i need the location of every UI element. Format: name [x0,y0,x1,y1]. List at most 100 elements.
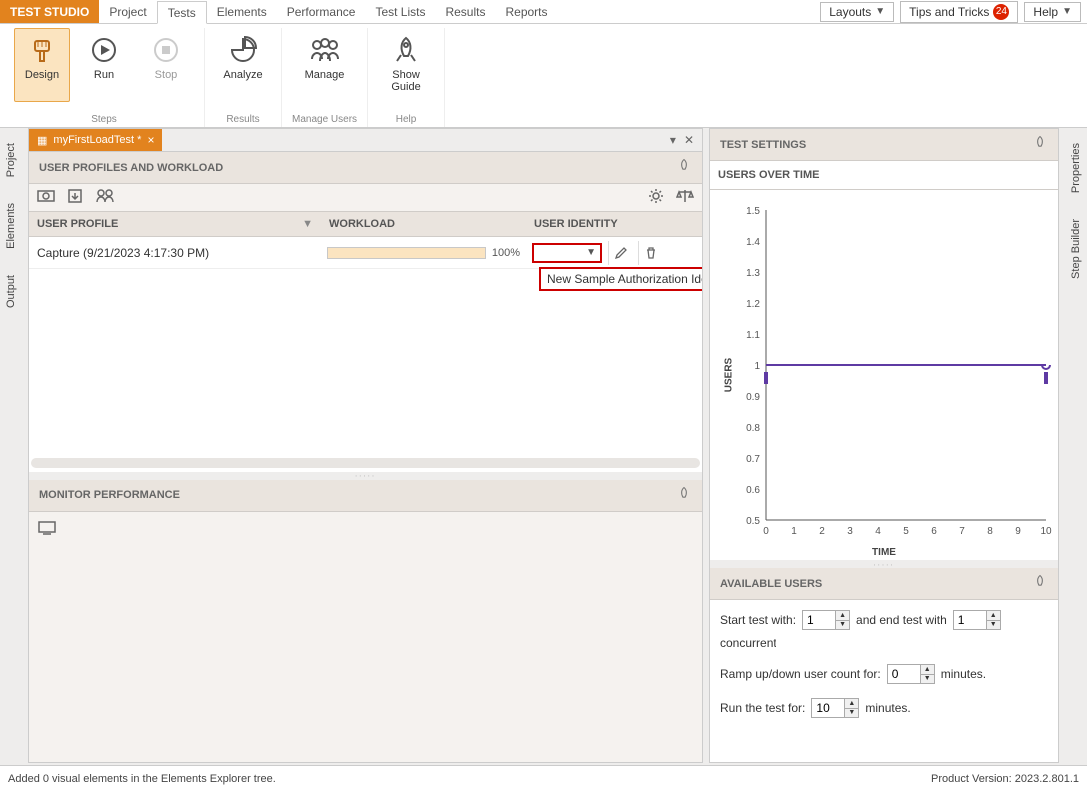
end-users-spinner[interactable]: ▲▼ [953,610,1001,630]
run-input[interactable] [812,699,844,717]
show-guide-button[interactable]: Show Guide [378,28,434,102]
grid-header: USER PROFILE ▼ WORKLOAD USER IDENTITY [29,212,702,237]
ribbon-group-help: Show Guide Help [368,28,445,127]
layouts-button[interactable]: Layouts ▼ [820,2,894,22]
run-row: Run the test for: ▲▼ minutes. [720,698,1048,718]
manage-label: Manage [305,69,345,81]
col-user-identity[interactable]: USER IDENTITY [526,212,702,236]
horizontal-splitter[interactable]: ∙∙∙∙∙ [29,472,702,480]
spin-up-icon[interactable]: ▲ [987,611,1000,621]
import-icon[interactable] [67,188,83,207]
spin-up-icon[interactable]: ▲ [836,611,849,621]
chevron-down-icon: ▼ [875,6,885,17]
identity-dropdown[interactable]: ▼ [532,243,602,263]
identity-dropdown-item[interactable]: New Sample Authorization Identity [539,267,702,291]
window-menu-icon[interactable]: ▾ [670,133,676,147]
svg-text:0.6: 0.6 [746,485,760,496]
menu-testlists[interactable]: Test Lists [365,0,435,23]
stop-button[interactable]: Stop [138,28,194,102]
menu-tests[interactable]: Tests [157,1,207,24]
end-users-input[interactable] [954,611,986,629]
available-users-header: AVAILABLE USERS [710,568,1058,600]
run-label: Run [94,69,114,81]
manage-button[interactable]: Manage [297,28,353,102]
users-icon[interactable] [95,188,115,207]
spin-down-icon[interactable]: ▼ [836,621,849,630]
sidetab-project[interactable]: Project [0,130,22,190]
col-user-profile[interactable]: USER PROFILE ▼ [29,212,321,236]
spin-down-icon[interactable]: ▼ [987,621,1000,630]
cell-workload: 100% [321,243,526,263]
stop-icon [148,33,184,67]
brand-label: TEST STUDIO [0,0,99,23]
rocket-icon[interactable] [1032,135,1048,154]
filter-icon[interactable]: ▼ [302,218,313,230]
content-area: ▦ myFirstLoadTest * × ▾ ✕ USER PROFILES … [28,128,1059,763]
start-label-c: concurrent users. [720,636,776,650]
start-users-spinner[interactable]: ▲▼ [802,610,850,630]
run-label-a: Run the test for: [720,701,805,715]
ribbon-group-help-label: Help [396,114,417,125]
table-row[interactable]: Capture (9/21/2023 4:17:30 PM) 100% ▼ [29,237,702,269]
menu-project[interactable]: Project [99,0,156,23]
ramp-label-b: minutes. [941,667,986,681]
spin-up-icon[interactable]: ▲ [921,665,934,675]
ribbon-group-results-label: Results [226,114,259,125]
menu-results[interactable]: Results [435,0,495,23]
document-tabs: ▦ myFirstLoadTest * × ▾ ✕ [29,129,702,152]
design-button[interactable]: Design [14,28,70,102]
edit-icon[interactable] [608,241,632,265]
gear-icon[interactable] [648,188,664,207]
menu-reports[interactable]: Reports [495,0,557,23]
close-icon[interactable]: × [147,133,154,147]
cell-identity: ▼ [526,237,702,269]
chart-start-marker[interactable] [764,372,768,384]
chart-end-marker[interactable] [1044,372,1048,384]
rocket-icon[interactable] [1032,574,1048,593]
ramp-input[interactable] [888,665,920,683]
doc-tab-myfirstloadtest[interactable]: ▦ myFirstLoadTest * × [29,129,162,151]
run-label-b: minutes. [865,701,910,715]
start-users-input[interactable] [803,611,835,629]
col-workload[interactable]: WORKLOAD [321,212,526,236]
grid-body: Capture (9/21/2023 4:17:30 PM) 100% ▼ [29,237,702,472]
svg-text:10: 10 [1040,526,1052,537]
svg-text:0.8: 0.8 [746,423,760,434]
capture-icon[interactable] [37,188,55,207]
left-side-tabs: Project Elements Output [0,130,22,321]
sidetab-step-builder[interactable]: Step Builder [1065,206,1087,292]
tips-button[interactable]: Tips and Tricks 24 [900,1,1018,23]
available-users-form: Start test with: ▲▼ and end test with ▲▼… [710,600,1058,728]
window-close-icon[interactable]: ✕ [684,133,694,147]
sidetab-properties[interactable]: Properties [1065,130,1087,206]
sidetab-output[interactable]: Output [0,262,22,321]
svg-text:0.9: 0.9 [746,392,760,403]
svg-text:1.2: 1.2 [746,299,760,310]
horizontal-scrollbar[interactable] [31,458,700,468]
spin-down-icon[interactable]: ▼ [845,709,858,718]
spin-down-icon[interactable]: ▼ [921,675,934,684]
help-button[interactable]: Help ▼ [1024,2,1081,22]
menu-elements[interactable]: Elements [207,0,277,23]
layouts-label: Layouts [829,5,871,19]
svg-text:0: 0 [763,526,769,537]
menu-performance[interactable]: Performance [277,0,366,23]
ramp-spinner[interactable]: ▲▼ [887,664,935,684]
analyze-button[interactable]: Analyze [215,28,271,102]
test-settings-label: TEST SETTINGS [720,139,806,151]
sidetab-elements[interactable]: Elements [0,190,22,262]
chevron-down-icon: ▼ [1062,6,1072,17]
delete-icon[interactable] [638,241,662,265]
svg-text:1.5: 1.5 [746,206,760,217]
brush-icon [24,33,60,67]
workload-bar[interactable] [327,247,486,259]
rocket-icon[interactable] [676,486,692,505]
monitor-icon[interactable] [37,520,57,539]
balance-icon[interactable] [676,188,694,207]
run-button[interactable]: Run [76,28,132,102]
rocket-icon[interactable] [676,158,692,177]
monitor-performance-label: MONITOR PERFORMANCE [39,489,180,501]
spin-up-icon[interactable]: ▲ [845,699,858,709]
run-spinner[interactable]: ▲▼ [811,698,859,718]
horizontal-splitter-right[interactable]: ∙∙∙∙∙ [710,560,1058,568]
